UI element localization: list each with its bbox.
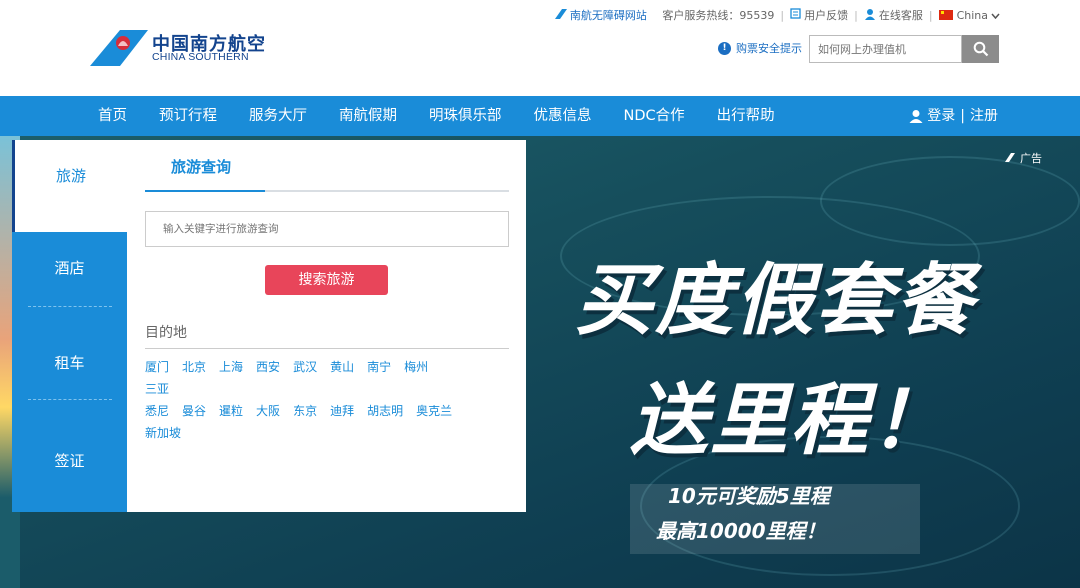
search-panel: 旅游 酒店 租车 签证 旅游查询 搜索旅游 目的地 厦门北京上海西安武汉黄山南宁…	[12, 140, 526, 512]
nav-service-hall[interactable]: 服务大厅	[233, 96, 323, 136]
main-nav: 首页 预订行程 服务大厅 南航假期 明珠俱乐部 优惠信息 NDC合作 出行帮助 …	[0, 96, 1080, 136]
banner-sub-1: 10元可奖励5里程	[668, 484, 830, 508]
destination-link[interactable]: 西安	[256, 356, 280, 378]
login-area: 登录 | 注册	[909, 96, 998, 136]
divider: |	[780, 8, 785, 22]
tab-travel-query[interactable]: 旅游查询	[171, 156, 231, 177]
nav-offers[interactable]: 优惠信息	[518, 96, 608, 136]
tab-visa[interactable]: 签证	[12, 400, 127, 512]
info-icon: !	[718, 41, 731, 55]
destination-link[interactable]: 三亚	[145, 378, 169, 400]
destination-link[interactable]: 上海	[219, 356, 243, 378]
ad-tag-label: 广告	[1020, 152, 1042, 165]
region-select[interactable]: China	[957, 9, 988, 22]
destination-link[interactable]: 黄山	[330, 356, 354, 378]
login-link[interactable]: 登录	[927, 96, 955, 136]
destination-link[interactable]: 梅州	[404, 356, 428, 378]
banner-headline-1: 买度假套餐	[575, 256, 976, 346]
customer-service-icon	[864, 8, 876, 23]
nav-holidays[interactable]: 南航假期	[323, 96, 413, 136]
user-icon	[909, 110, 923, 123]
banner-sub-2: 最高10000里程！	[656, 519, 826, 543]
nav-items: 首页 预订行程 服务大厅 南航假期 明珠俱乐部 优惠信息 NDC合作 出行帮助	[82, 96, 791, 136]
nav-pearl-club[interactable]: 明珠俱乐部	[413, 96, 518, 136]
site-search	[809, 35, 999, 63]
destination-link[interactable]: 北京	[182, 356, 206, 378]
destination-link[interactable]: 东京	[293, 400, 317, 422]
ad-tag: 广告	[1004, 150, 1042, 166]
destination-link[interactable]: 厦门	[145, 356, 169, 378]
safety-tip-label: 购票安全提示	[736, 42, 802, 55]
ad-icon	[1004, 153, 1015, 162]
water-ripple	[820, 156, 1080, 246]
accessibility-icon	[554, 8, 567, 22]
nav-home[interactable]: 首页	[82, 96, 143, 136]
divider: |	[928, 8, 933, 22]
destination-link[interactable]: 武汉	[293, 356, 317, 378]
tab-hotel[interactable]: 酒店	[12, 232, 127, 305]
destination-list: 厦门 北京 上海 西安 武汉 黄山 南宁 梅州三亚 悉尼 曼谷 暹粒 大阪 东京 迪拜 胡志明 奥克兰新加坡	[145, 356, 495, 444]
hotline-text: 客户服务热线：95539	[662, 9, 775, 22]
form-tab-bar: 旅游查询	[145, 140, 509, 192]
kapok-logo-icon	[90, 30, 148, 66]
travel-search-form: 旅游查询 搜索旅游 目的地 厦门北京上海西安武汉黄山南宁梅州三亚悉尼曼谷暹粒大阪…	[145, 140, 509, 512]
tab-divider	[28, 399, 112, 400]
destination-link[interactable]: 大阪	[256, 400, 280, 422]
active-tab-underline	[145, 190, 265, 192]
destination-link[interactable]: 新加坡	[145, 422, 181, 444]
search-travel-button[interactable]: 搜索旅游	[265, 265, 388, 295]
destination-link[interactable]: 南宁	[367, 356, 391, 378]
site-search-input[interactable]	[809, 35, 962, 63]
china-southern-logo[interactable]: 中国南方航空 CHINA SOUTHERN	[90, 26, 270, 70]
destination-link[interactable]: 迪拜	[330, 400, 354, 422]
chevron-down-icon[interactable]	[991, 9, 1000, 22]
destination-link[interactable]: 奥克兰	[416, 400, 452, 422]
site-header: 中国南方航空 CHINA SOUTHERN 南航无障碍网站 客户服务热线：955…	[0, 0, 1080, 96]
search-icon	[973, 41, 988, 57]
feedback-icon	[790, 8, 801, 22]
destination-link[interactable]: 暹粒	[219, 400, 243, 422]
destination-link[interactable]: 悉尼	[145, 400, 169, 422]
travel-keyword-input[interactable]	[145, 211, 509, 247]
nav-ndc[interactable]: NDC合作	[608, 96, 701, 136]
register-link[interactable]: 注册	[970, 96, 998, 136]
divider	[145, 348, 509, 349]
destination-link[interactable]: 胡志明	[367, 400, 403, 422]
banner-headline-2: 送里程！	[630, 376, 951, 466]
logo-name-en: CHINA SOUTHERN	[152, 51, 249, 63]
destination-link[interactable]: 曼谷	[182, 400, 206, 422]
china-flag-icon	[938, 10, 953, 20]
divider	[653, 9, 657, 22]
product-tabs: 旅游 酒店 租车 签证	[12, 140, 127, 512]
safety-tip[interactable]: ! 购票安全提示	[718, 40, 802, 56]
tab-car-rental[interactable]: 租车	[12, 305, 127, 400]
accessible-site-link[interactable]: 南航无障碍网站	[570, 7, 647, 23]
destinations-title: 目的地	[145, 325, 187, 341]
online-service-link[interactable]: 在线客服	[879, 7, 923, 23]
nav-book-trip[interactable]: 预订行程	[143, 96, 233, 136]
tab-travel[interactable]: 旅游	[12, 140, 127, 232]
utility-bar: 南航无障碍网站 客户服务热线：95539 | 用户反馈 | 在线客服 | Chi…	[554, 6, 1000, 24]
divider: |	[960, 108, 965, 124]
tab-divider	[28, 306, 112, 307]
search-button[interactable]	[962, 35, 999, 63]
feedback-link[interactable]: 用户反馈	[804, 7, 848, 23]
divider: |	[854, 8, 858, 22]
nav-travel-help[interactable]: 出行帮助	[701, 96, 791, 136]
